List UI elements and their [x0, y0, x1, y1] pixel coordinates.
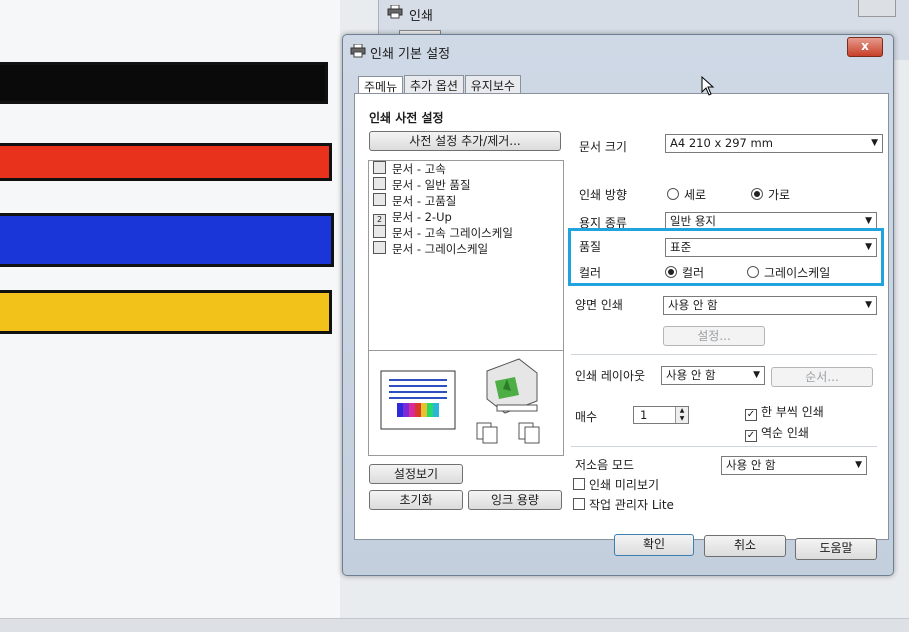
collate-checkbox[interactable]: ✓ 한 부씩 인쇄 [745, 403, 824, 421]
main-panel: 인쇄 사전 설정 사전 설정 추가/제거... 문서 - 고속 문서 - 일반 … [354, 93, 889, 540]
layout-order-button[interactable]: 순서... [771, 367, 873, 387]
add-remove-presets-button[interactable]: 사전 설정 추가/제거... [369, 131, 561, 151]
printer-icon [387, 5, 403, 19]
duplex-settings-button[interactable]: 설정... [663, 326, 765, 346]
dialog-title: 인쇄 기본 설정 [370, 47, 451, 62]
back-window-close-button[interactable] [858, 0, 896, 17]
background-document [0, 0, 340, 631]
yellow-stripe [0, 290, 332, 334]
print-preview-checkbox[interactable]: 인쇄 미리보기 [573, 476, 659, 493]
document-icon [373, 177, 386, 190]
print-preferences-dialog: 인쇄 기본 설정 x 주메뉴 추가 옵션 유지보수 인쇄 사전 설정 사전 설정… [342, 34, 894, 576]
orientation-label: 인쇄 방향 [579, 188, 627, 202]
reset-button[interactable]: 초기화 [369, 490, 463, 510]
chevron-down-icon: ▼ [865, 300, 872, 310]
black-stripe [0, 62, 328, 104]
duplex-label: 양면 인쇄 [575, 298, 623, 312]
copies-stepper[interactable]: 1 ▲ ▼ [633, 406, 689, 424]
show-settings-button[interactable]: 설정보기 [369, 464, 463, 484]
document-icon [373, 161, 386, 174]
paper-size-select[interactable]: A4 210 x 297 mm ▼ [665, 134, 883, 153]
quiet-mode-select[interactable]: 사용 안 함 ▼ [721, 456, 867, 475]
divider [571, 446, 877, 447]
reverse-order-checkbox[interactable]: ✓ 역순 인쇄 [745, 424, 809, 442]
list-item[interactable]: 2 문서 - 2-Up [369, 209, 563, 227]
help-button[interactable]: 도움말 [795, 538, 877, 560]
orientation-landscape-radio[interactable]: 가로 [751, 186, 790, 203]
chevron-down-icon: ▼ [855, 460, 862, 470]
tab-bar: 주메뉴 추가 옵션 유지보수 [358, 75, 521, 98]
chevron-down-icon: ▼ [753, 370, 760, 380]
chevron-down-icon: ▼ [871, 138, 878, 148]
blue-stripe [0, 213, 334, 267]
red-stripe [0, 143, 332, 181]
layout-label: 인쇄 레이아웃 [575, 369, 646, 383]
document-icon [373, 225, 386, 238]
spin-arrows-icon[interactable]: ▲ ▼ [675, 407, 688, 423]
paper-size-label: 문서 크기 [579, 140, 627, 154]
duplex-select[interactable]: 사용 안 함 ▼ [663, 296, 877, 315]
document-icon [373, 193, 386, 206]
ok-button[interactable]: 확인 [614, 534, 694, 556]
cancel-button[interactable]: 취소 [704, 535, 786, 557]
job-arranger-checkbox[interactable]: 작업 관리자 Lite [573, 496, 674, 513]
ink-levels-button[interactable]: 잉크 용량 [468, 490, 562, 510]
list-item[interactable]: 문서 - 일반 품질 [369, 177, 563, 193]
quiet-mode-label: 저소음 모드 [575, 458, 635, 472]
orientation-portrait-radio[interactable]: 세로 [667, 186, 706, 203]
divider [571, 354, 877, 355]
mouse-cursor-icon [701, 76, 715, 96]
quality-color-highlight [568, 228, 884, 286]
document-icon [373, 241, 386, 254]
close-icon: x [861, 39, 869, 53]
preview-illustration [380, 358, 540, 444]
list-item[interactable]: 문서 - 그레이스케일 [369, 241, 563, 257]
print-preview-box [368, 350, 564, 456]
printer-icon [350, 44, 366, 58]
copies-label: 매수 [575, 410, 598, 424]
preset-list: 문서 - 고속 문서 - 일반 품질 문서 - 고품질 2 문서 - 2-Up 문… [368, 160, 564, 352]
list-item[interactable]: 문서 - 고품질 [369, 193, 563, 209]
layout-select[interactable]: 사용 안 함 ▼ [661, 366, 765, 385]
back-window-title: 인쇄 [409, 9, 433, 24]
list-item[interactable]: 문서 - 고속 그레이스케일 [369, 225, 563, 241]
presets-title: 인쇄 사전 설정 [369, 111, 444, 125]
bottom-ruler [0, 618, 909, 632]
close-button[interactable]: x [847, 37, 883, 57]
list-item[interactable]: 문서 - 고속 [369, 161, 563, 177]
